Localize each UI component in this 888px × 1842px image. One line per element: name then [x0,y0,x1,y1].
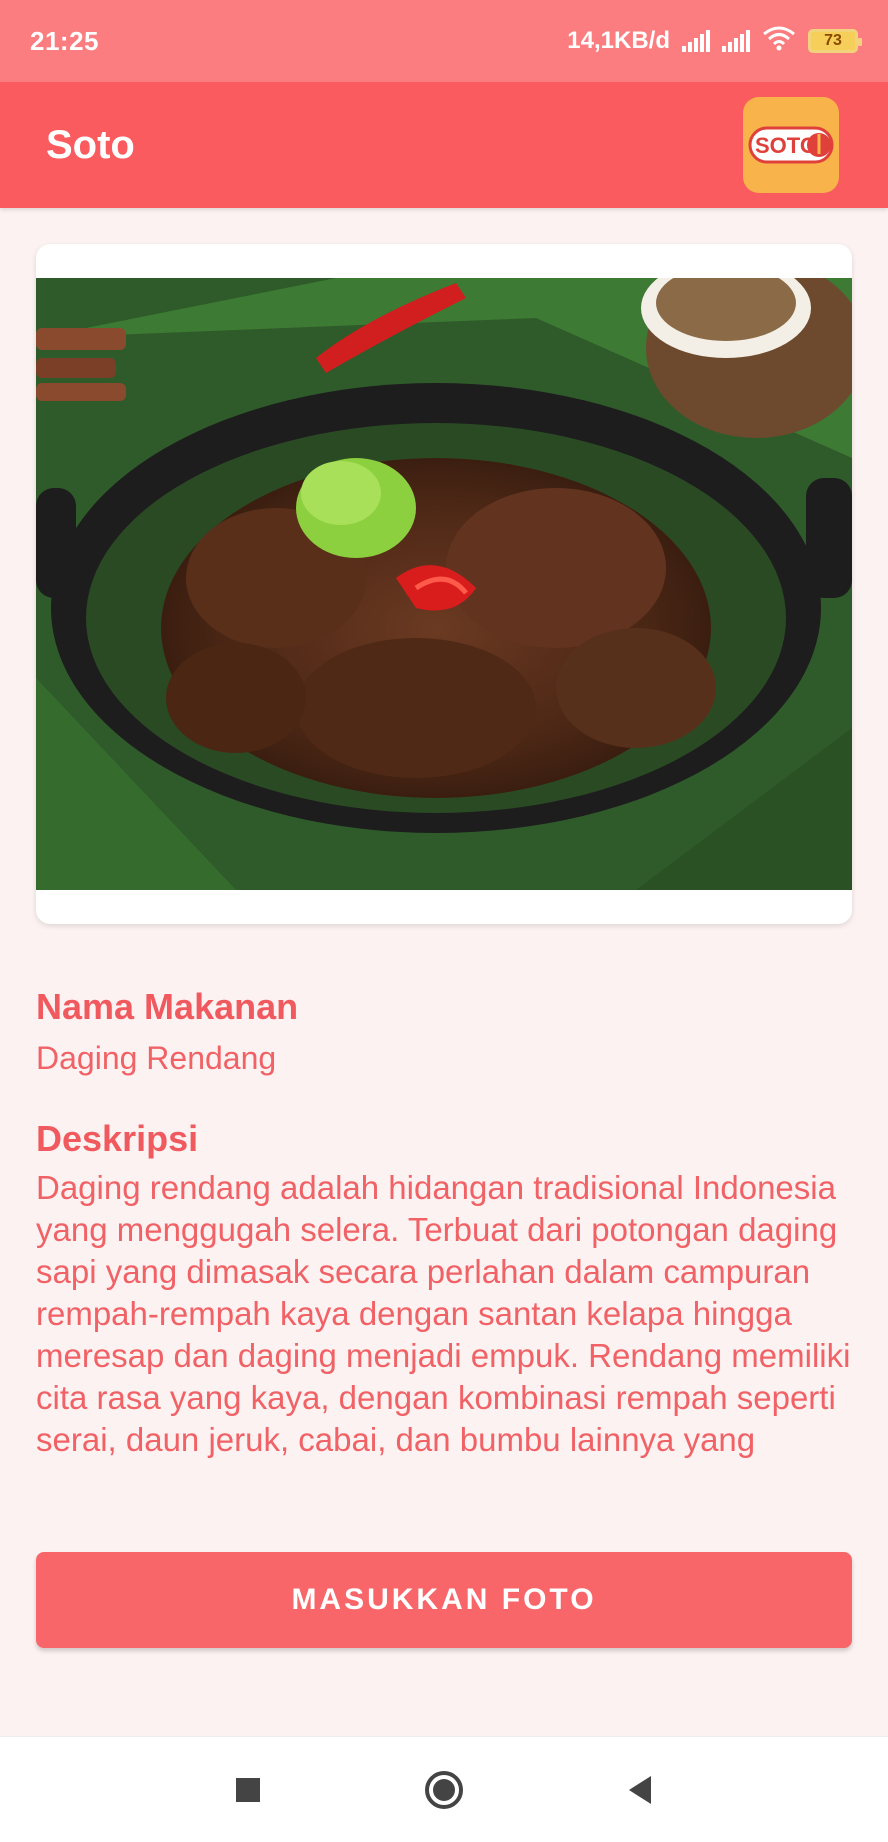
app-logo: SOTO [743,97,839,193]
signal-icon [682,30,710,52]
signal-icon [722,30,750,52]
battery-icon: 73 [808,29,862,53]
network-speed: 14,1KB/d [567,27,670,54]
food-image-card [36,244,852,924]
status-icons: 14,1KB/d 73 [567,25,862,58]
app-title: Soto [46,122,135,167]
upload-photo-button[interactable]: MASUKKAN FOTO [36,1552,852,1648]
status-time: 21:25 [30,25,99,56]
triangle-back-icon[interactable] [617,1767,663,1813]
app-bar: Soto SOTO [0,82,888,208]
description-label: Deskripsi [36,1118,199,1159]
food-image [36,278,852,890]
status-bar: 21:25 14,1KB/d 73 [0,0,888,82]
circle-icon[interactable] [421,1767,467,1813]
square-icon[interactable] [225,1767,271,1813]
wifi-icon [762,25,796,58]
description-text: Daging rendang adalah hidangan tradision… [36,1169,851,1458]
food-name-value: Daging Rendang [36,1040,277,1076]
system-nav-bar [0,1736,888,1842]
food-name-label: Nama Makanan [36,986,299,1027]
